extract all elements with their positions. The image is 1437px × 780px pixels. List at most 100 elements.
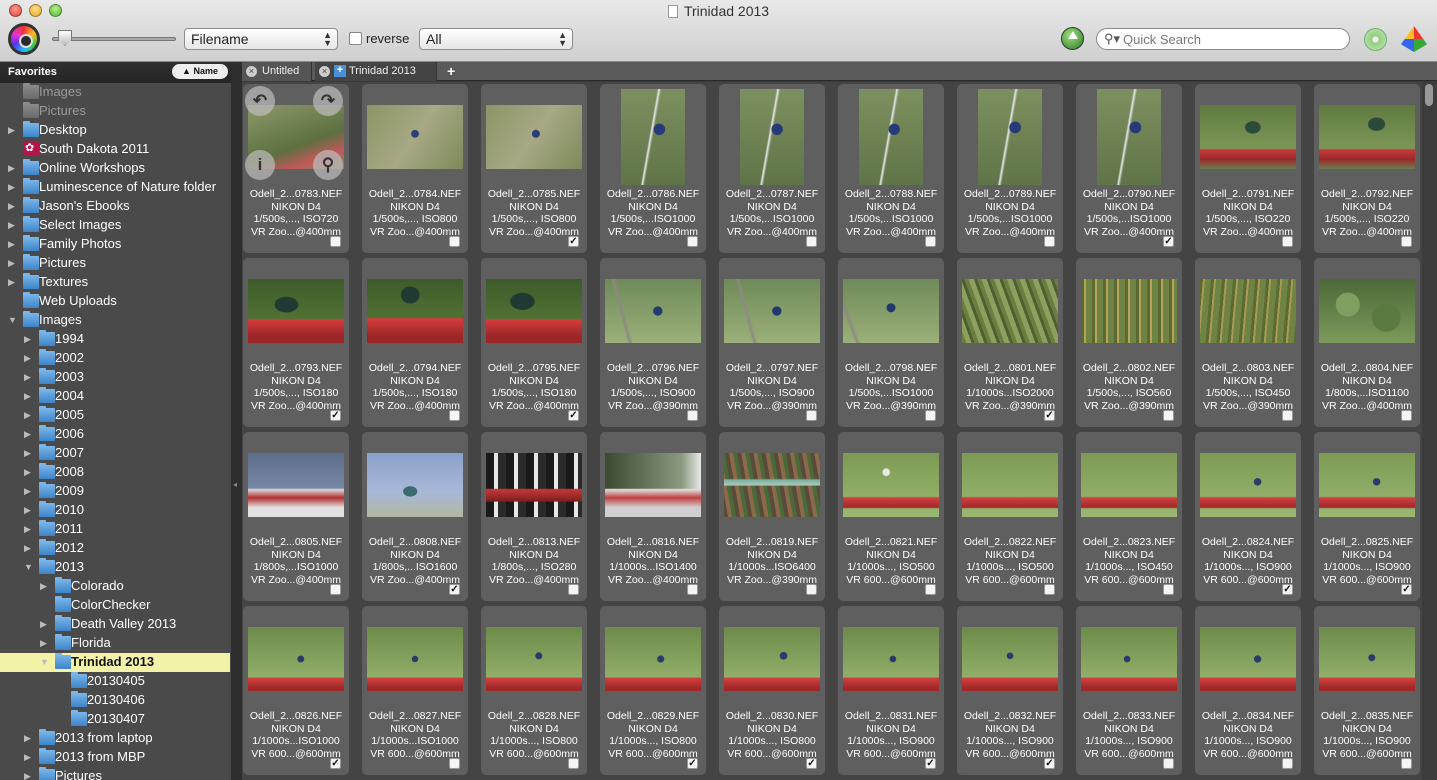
select-checkbox[interactable]	[1044, 236, 1055, 247]
thumbnail-cell[interactable]: Odell_2...0790.NEF NIKON D4 1/500s,...ISO1…	[1076, 84, 1182, 253]
select-checkbox[interactable]: ✓	[1044, 410, 1055, 421]
close-tab-icon[interactable]: ×	[319, 66, 330, 77]
select-checkbox[interactable]	[806, 584, 817, 595]
select-checkbox[interactable]	[449, 236, 460, 247]
thumbnail-cell[interactable]: Odell_2...0829.NEF NIKON D4 1/1000s..., IS…	[600, 606, 706, 775]
photo-thumbnail[interactable]	[1200, 453, 1296, 517]
select-checkbox[interactable]	[568, 758, 579, 769]
photo-thumbnail[interactable]	[605, 279, 701, 343]
sidebar-item[interactable]: ColorChecker	[0, 596, 231, 615]
disclosure-closed-icon[interactable]: ▶	[24, 733, 32, 743]
select-checkbox[interactable]	[687, 584, 698, 595]
disclosure-closed-icon[interactable]: ▶	[24, 524, 32, 534]
photo-thumbnail[interactable]	[740, 89, 804, 185]
thumbnail-cell[interactable]: Odell_2...0826.NEF NIKON D4 1/1000s...ISO1…	[243, 606, 349, 775]
photo-thumbnail[interactable]	[1319, 453, 1415, 517]
photo-thumbnail[interactable]	[367, 453, 463, 517]
sidebar-item[interactable]: ▶ Textures	[0, 273, 231, 292]
sidebar-item[interactable]: ▶ 2012	[0, 539, 231, 558]
select-checkbox[interactable]: ✓	[1044, 758, 1055, 769]
sidebar-item[interactable]: ▶ 2009	[0, 482, 231, 501]
photo-thumbnail[interactable]	[843, 627, 939, 691]
sort-by-name-button[interactable]: ▲ Name	[172, 64, 228, 79]
new-tab-button[interactable]: +	[447, 63, 455, 79]
burn-disc-icon[interactable]	[1364, 28, 1387, 51]
photo-thumbnail[interactable]	[621, 89, 685, 185]
select-checkbox[interactable]	[687, 410, 698, 421]
sidebar-item[interactable]: ▶ 2008	[0, 463, 231, 482]
disclosure-closed-icon[interactable]: ▶	[8, 163, 16, 173]
photo-thumbnail[interactable]	[843, 279, 939, 343]
sidebar-splitter[interactable]: ◂	[231, 62, 242, 780]
sidebar-item[interactable]: 20130405	[0, 672, 231, 691]
app-menu-icon[interactable]	[8, 23, 40, 55]
thumbnail-cell[interactable]: Odell_2...0796.NEF NIKON D4 1/500s,..., IS…	[600, 258, 706, 427]
photo-thumbnail[interactable]	[1200, 279, 1296, 343]
thumbnail-cell[interactable]: Odell_2...0834.NEF NIKON D4 1/1000s..., IS…	[1195, 606, 1301, 775]
thumbnail-cell[interactable]: Odell_2...0813.NEF NIKON D4 1/800s,..., IS…	[481, 432, 587, 601]
thumbnail-cell[interactable]: Odell_2...0821.NEF NIKON D4 1/1000s..., IS…	[838, 432, 944, 601]
photo-thumbnail[interactable]	[486, 627, 582, 691]
photo-thumbnail[interactable]	[859, 89, 923, 185]
thumbnail-cell[interactable]: Odell_2...0830.NEF NIKON D4 1/1000s..., IS…	[719, 606, 825, 775]
photo-thumbnail[interactable]	[843, 453, 939, 517]
disclosure-closed-icon[interactable]: ▶	[40, 619, 48, 629]
sidebar-item[interactable]: ▶ 2011	[0, 520, 231, 539]
thumbnail-cell[interactable]: Odell_2...0802.NEF NIKON D4 1/500s,..., IS…	[1076, 258, 1182, 427]
select-checkbox[interactable]: ✓	[925, 758, 936, 769]
select-checkbox[interactable]: ✓	[330, 758, 341, 769]
sidebar-item[interactable]: Web Uploads	[0, 292, 231, 311]
sidebar-item[interactable]: ▶ Select Images	[0, 216, 231, 235]
disclosure-closed-icon[interactable]: ▶	[40, 581, 48, 591]
sidebar-item[interactable]: ▼ Images	[0, 311, 231, 330]
sort-field-select[interactable]: Filename ▲ ▼	[184, 28, 338, 50]
sidebar-item[interactable]: ▶ 1994	[0, 330, 231, 349]
zoom-icon[interactable]: ⚲	[313, 150, 343, 180]
photo-thumbnail[interactable]	[248, 627, 344, 691]
thumbnail-cell[interactable]: Odell_2...0791.NEF NIKON D4 1/500s,..., IS…	[1195, 84, 1301, 253]
select-checkbox[interactable]	[1282, 758, 1293, 769]
thumbnail-cell[interactable]: Odell_2...0787.NEF NIKON D4 1/500s,...ISO1…	[719, 84, 825, 253]
select-checkbox[interactable]	[925, 410, 936, 421]
photo-thumbnail[interactable]	[1081, 453, 1177, 517]
thumbnail-cell[interactable]: Odell_2...0832.NEF NIKON D4 1/1000s..., IS…	[957, 606, 1063, 775]
rotate-left-icon[interactable]: ↶	[245, 86, 275, 116]
thumbnail-cell[interactable]: Odell_2...0785.NEF NIKON D4 1/500s,..., IS…	[481, 84, 587, 253]
select-checkbox[interactable]	[1163, 758, 1174, 769]
disclosure-closed-icon[interactable]: ▶	[24, 467, 32, 477]
disclosure-closed-icon[interactable]: ▶	[8, 239, 16, 249]
thumbnail-cell[interactable]: Odell_2...0803.NEF NIKON D4 1/500s,..., IS…	[1195, 258, 1301, 427]
rotate-right-icon[interactable]: ↷	[313, 86, 343, 116]
select-checkbox[interactable]: ✓	[568, 410, 579, 421]
disclosure-open-icon[interactable]: ▼	[8, 315, 17, 325]
photo-thumbnail[interactable]	[486, 453, 582, 517]
select-checkbox[interactable]	[925, 584, 936, 595]
thumbnail-size-slider[interactable]	[52, 29, 176, 47]
photo-thumbnail[interactable]	[1200, 105, 1296, 169]
disclosure-closed-icon[interactable]: ▶	[8, 182, 16, 192]
photo-thumbnail[interactable]	[1200, 627, 1296, 691]
disclosure-open-icon[interactable]: ▼	[24, 562, 33, 572]
select-checkbox[interactable]	[330, 236, 341, 247]
select-checkbox[interactable]: ✓	[1163, 236, 1174, 247]
thumbnail-cell[interactable]: Odell_2...0804.NEF NIKON D4 1/800s,...ISO1…	[1314, 258, 1420, 427]
info-icon[interactable]: i	[245, 150, 275, 180]
grid-scrollbar[interactable]	[1422, 82, 1437, 780]
select-checkbox[interactable]	[687, 236, 698, 247]
photo-thumbnail[interactable]	[486, 105, 582, 169]
tab-trinidad-2013[interactable]: × + Trinidad 2013	[315, 62, 437, 81]
sidebar-item[interactable]: ▶ 2013 from laptop	[0, 729, 231, 748]
disclosure-closed-icon[interactable]: ▶	[24, 543, 32, 553]
disclosure-closed-icon[interactable]: ▶	[24, 429, 32, 439]
disclosure-closed-icon[interactable]: ▶	[24, 448, 32, 458]
sidebar-item[interactable]: ▶ 2006	[0, 425, 231, 444]
select-checkbox[interactable]: ✓	[1401, 584, 1412, 595]
photo-thumbnail[interactable]	[724, 453, 820, 517]
select-checkbox[interactable]	[449, 410, 460, 421]
photo-thumbnail[interactable]	[1319, 105, 1415, 169]
sidebar-item[interactable]: ▶ 2007	[0, 444, 231, 463]
thumbnail-cell[interactable]: Odell_2...0831.NEF NIKON D4 1/1000s..., IS…	[838, 606, 944, 775]
sidebar-item[interactable]: ▶ 2003	[0, 368, 231, 387]
sidebar-item[interactable]: ▶ Luminescence of Nature folder	[0, 178, 231, 197]
select-checkbox[interactable]	[1044, 584, 1055, 595]
